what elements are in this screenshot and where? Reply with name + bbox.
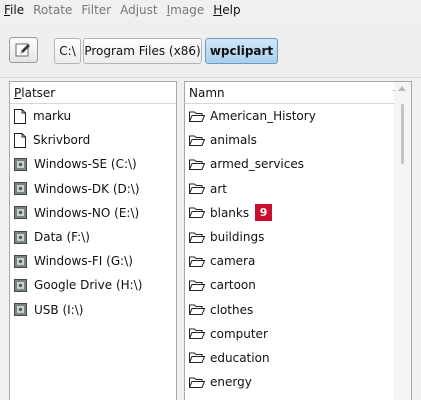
drive-icon [14, 254, 27, 268]
folder-label: clothes [210, 302, 254, 317]
folder-icon [189, 352, 205, 364]
places-list: marku Skrivbord Windows-SE (C:\) Windows-DK… [10, 104, 176, 322]
pencil-icon [15, 43, 30, 57]
drive-icon [14, 303, 27, 317]
files-panel: Namn American_Historyanimals armed_servic… [184, 81, 412, 400]
menu-help[interactable]: Help [213, 3, 240, 17]
place-item[interactable]: marku [10, 104, 176, 128]
place-item[interactable]: Google Drive (H:\) [10, 273, 176, 297]
folder-icon [189, 304, 205, 316]
document-icon [14, 108, 26, 124]
drive-icon [14, 278, 27, 292]
place-item[interactable]: Windows-SE (C:\) [10, 152, 176, 176]
folder-icon [189, 207, 205, 219]
step-badge: 9 [255, 204, 273, 222]
place-label: Google Drive (H:\) [34, 278, 143, 293]
folder-item[interactable]: art [185, 177, 411, 201]
place-item[interactable]: Data (F:\) [10, 225, 176, 249]
folder-item[interactable]: buildings [185, 225, 411, 249]
folder-item[interactable]: computer [185, 322, 411, 346]
folder-icon [189, 280, 205, 291]
place-label: USB (I:\) [34, 302, 84, 317]
folder-label: animals [210, 133, 257, 148]
folder-label: education [210, 350, 270, 365]
folder-icon [189, 328, 205, 340]
place-item[interactable]: Skrivbord [10, 128, 176, 152]
places-header[interactable]: Platser [10, 82, 176, 104]
menu-bar: File Rotate Filter Adjust Image Help [0, 0, 421, 20]
folder-item[interactable]: energy [185, 370, 411, 394]
place-label: Data (F:\) [34, 230, 90, 245]
folder-label: blanks [210, 205, 250, 220]
place-label: Windows-FI (G:\) [34, 254, 133, 269]
folder-icon [189, 256, 205, 267]
drive-icon [14, 206, 27, 220]
folder-item[interactable]: camera [185, 249, 411, 273]
menu-file[interactable]: File [4, 3, 24, 17]
folder-label: American_History [210, 109, 316, 124]
folder-item[interactable]: animals [185, 128, 411, 152]
place-item[interactable]: Windows-DK (D:\) [10, 177, 176, 201]
place-label: Skrivbord [33, 133, 91, 148]
folder-item[interactable]: American_History [185, 104, 411, 128]
folder-label: buildings [210, 230, 265, 245]
files-list: American_Historyanimals armed_servicesart… [185, 104, 411, 394]
name-column-header[interactable]: Namn [185, 82, 411, 104]
menu-rotate[interactable]: Rotate [33, 3, 72, 17]
location-toolbar: C:\ Program Files (x86) wpclipart [0, 20, 421, 78]
drive-icon [14, 182, 27, 196]
breadcrumb-drive-c[interactable]: C:\ [54, 38, 81, 64]
drive-icon [14, 230, 27, 244]
breadcrumb-program-files[interactable]: Program Files (x86) [83, 38, 202, 64]
menu-adjust[interactable]: Adjust [120, 3, 158, 17]
folder-icon [189, 159, 205, 170]
menu-image[interactable]: Image [167, 3, 205, 17]
folder-icon [189, 232, 205, 243]
folder-icon [189, 111, 205, 122]
breadcrumb-wpclipart[interactable]: wpclipart [205, 38, 278, 64]
place-label: Windows-SE (C:\) [34, 157, 137, 172]
scroll-up-arrow-icon[interactable] [398, 86, 406, 91]
document-icon [14, 132, 26, 148]
edit-location-button[interactable] [9, 37, 38, 63]
folder-label: cartoon [210, 278, 256, 293]
folder-icon [189, 135, 205, 146]
places-panel: Platser marku Skrivbord Windows-SE (C:\) Wi… [9, 81, 177, 400]
folder-item[interactable]: blanks 9 [185, 201, 411, 225]
folder-item[interactable]: armed_services [185, 152, 411, 176]
folder-icon [189, 377, 205, 388]
folder-item[interactable]: clothes [185, 298, 411, 322]
folder-label: art [210, 181, 227, 196]
place-label: Windows-DK (D:\) [34, 181, 140, 196]
folder-label: armed_services [210, 157, 305, 172]
scroll-thumb[interactable] [401, 104, 404, 164]
folder-label: camera [210, 254, 256, 269]
folder-label: computer [210, 326, 268, 341]
folder-label: energy [210, 375, 252, 390]
menu-filter[interactable]: Filter [81, 3, 111, 17]
place-item[interactable]: USB (I:\) [10, 298, 176, 322]
drive-icon [14, 157, 27, 171]
place-item[interactable]: Windows-FI (G:\) [10, 249, 176, 273]
place-label: marku [33, 109, 72, 124]
place-item[interactable]: Windows-NO (E:\) [10, 201, 176, 225]
vertical-scrollbar[interactable] [394, 82, 411, 400]
place-label: Windows-NO (E:\) [34, 205, 140, 220]
folder-icon [189, 183, 205, 195]
folder-item[interactable]: cartoon [185, 273, 411, 297]
folder-item[interactable]: education [185, 346, 411, 370]
